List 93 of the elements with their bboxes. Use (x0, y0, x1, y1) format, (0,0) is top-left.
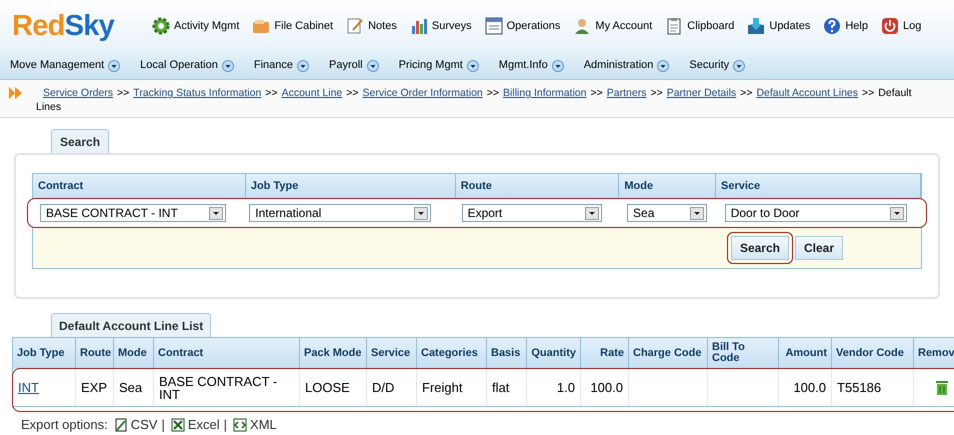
breadcrumb-separator: >> (265, 86, 278, 100)
toolbar-link[interactable]: File Cabinet (252, 17, 334, 35)
column-header: Pack Mode (304, 348, 362, 358)
breadcrumb-current: Default (878, 86, 912, 100)
toolbar-link[interactable]: Clipboard (665, 17, 734, 35)
table-cell: 100.0 (590, 381, 623, 394)
breadcrumb-link[interactable]: Tracking Status Information (133, 86, 262, 100)
export-link[interactable]: Excel (170, 415, 220, 434)
search-panel-tab[interactable]: Search (51, 129, 110, 153)
dropdown-field[interactable]: Door to Door (724, 204, 907, 222)
power-icon (880, 17, 899, 35)
column-header: Job Type (17, 348, 64, 358)
menu-item[interactable]: Finance (254, 57, 309, 74)
menu-item[interactable]: Payroll (328, 57, 379, 74)
menu-item[interactable]: Move Management (10, 57, 120, 74)
breadcrumb-link[interactable]: Default Account Lines (756, 86, 858, 100)
toolbar-link[interactable]: Activity Mgmt (152, 17, 240, 35)
table-cell: 1.0 (556, 381, 575, 394)
clear-button[interactable]: Clear (794, 236, 843, 260)
column-header: Bill To Code (712, 342, 746, 364)
bar-chart-icon (410, 17, 428, 35)
menu-item[interactable]: Pricing Mgmt (398, 57, 479, 74)
breadcrumb-current: Lines (36, 100, 62, 114)
csv-file-icon (114, 418, 128, 432)
table-cell: flat (492, 381, 510, 394)
clipboard-icon (665, 17, 684, 35)
dropdown-field[interactable]: BASE CONTRACT - INT (40, 204, 226, 222)
toolbar-link[interactable]: Updates (747, 17, 810, 35)
export-label: Export options: (21, 416, 108, 434)
double-arrow-icon (9, 87, 23, 99)
gear-icon (152, 17, 170, 35)
column-header: Vendor Code (836, 348, 904, 358)
dropdown-field[interactable]: Sea (627, 204, 708, 222)
excel-icon (170, 418, 185, 432)
column-header: Route (80, 348, 112, 358)
table-cell: T55186 (837, 381, 882, 394)
person-icon (573, 17, 592, 35)
breadcrumb-separator: >> (590, 86, 603, 100)
toolbar-link[interactable]: Surveys (410, 17, 472, 35)
menu-item[interactable]: Local Operation (140, 57, 234, 74)
column-header: Contract (158, 348, 204, 358)
window-icon (484, 17, 503, 35)
column-header: Amount (785, 348, 827, 358)
help-icon (823, 17, 842, 35)
export-separator: | (224, 416, 228, 434)
xml-icon (233, 418, 248, 432)
trash-icon[interactable] (935, 380, 949, 395)
table-cell: EXP (81, 381, 108, 394)
dropdown-field[interactable]: International (249, 204, 432, 222)
breadcrumb-link[interactable]: Partner Details (666, 86, 736, 100)
toolbar-link[interactable]: My Account (573, 17, 652, 35)
column-header: Charge Code (633, 348, 702, 358)
dropdown-field[interactable]: Export (462, 204, 602, 222)
toolbar-link[interactable]: Help (823, 17, 868, 35)
breadcrumb-link[interactable]: Service Order Information (362, 86, 483, 100)
table-cell: D/D (372, 381, 394, 394)
menu-item[interactable]: Security (689, 57, 746, 74)
menu-item[interactable]: Administration (584, 57, 670, 74)
export-separator: | (161, 416, 165, 434)
toolbar-link[interactable]: Log (880, 17, 922, 35)
folder-icon (252, 17, 270, 35)
list-tab[interactable]: Default Account Line List (51, 313, 212, 337)
breadcrumb-separator: >> (486, 86, 500, 100)
breadcrumb-separator: >> (740, 86, 752, 100)
export-link[interactable]: XML (233, 415, 277, 434)
breadcrumb-separator: >> (650, 86, 663, 100)
logo[interactable]: RedSky (0, 12, 152, 40)
breadcrumb-separator: >> (346, 86, 359, 100)
column-header: Categories (421, 348, 478, 358)
column-header: Quantity (531, 348, 576, 358)
download-icon (747, 17, 766, 35)
toolbar-link[interactable]: Operations (484, 17, 560, 35)
table-cell: Freight (422, 381, 462, 394)
table-cell: LOOSE (305, 381, 350, 394)
table-cell: 100.0 (793, 381, 826, 394)
column-header: Basis (491, 348, 520, 358)
menu-item[interactable]: Mgmt.Info (498, 57, 564, 74)
column-header: Service (371, 348, 410, 358)
toolbar-link[interactable]: Notes (346, 17, 397, 35)
table-cell-text: BASE CONTRACT - INT (159, 374, 278, 400)
search-button[interactable]: Search (730, 236, 789, 260)
job-type-link[interactable]: INT (18, 378, 39, 398)
column-header: Rate (600, 348, 624, 358)
note-icon (346, 17, 364, 35)
breadcrumb-link[interactable]: Partners (606, 86, 646, 100)
breadcrumb-separator: >> (117, 86, 130, 100)
breadcrumb-link[interactable]: Billing Information (503, 86, 586, 100)
column-header: Mode (118, 348, 147, 358)
breadcrumb-link[interactable]: Service Orders (43, 86, 114, 100)
breadcrumb-separator: >> (862, 86, 874, 100)
breadcrumb-link[interactable]: Account Line (282, 86, 342, 100)
table-cell: Sea (119, 381, 142, 394)
export-link[interactable]: CSV (114, 415, 158, 434)
